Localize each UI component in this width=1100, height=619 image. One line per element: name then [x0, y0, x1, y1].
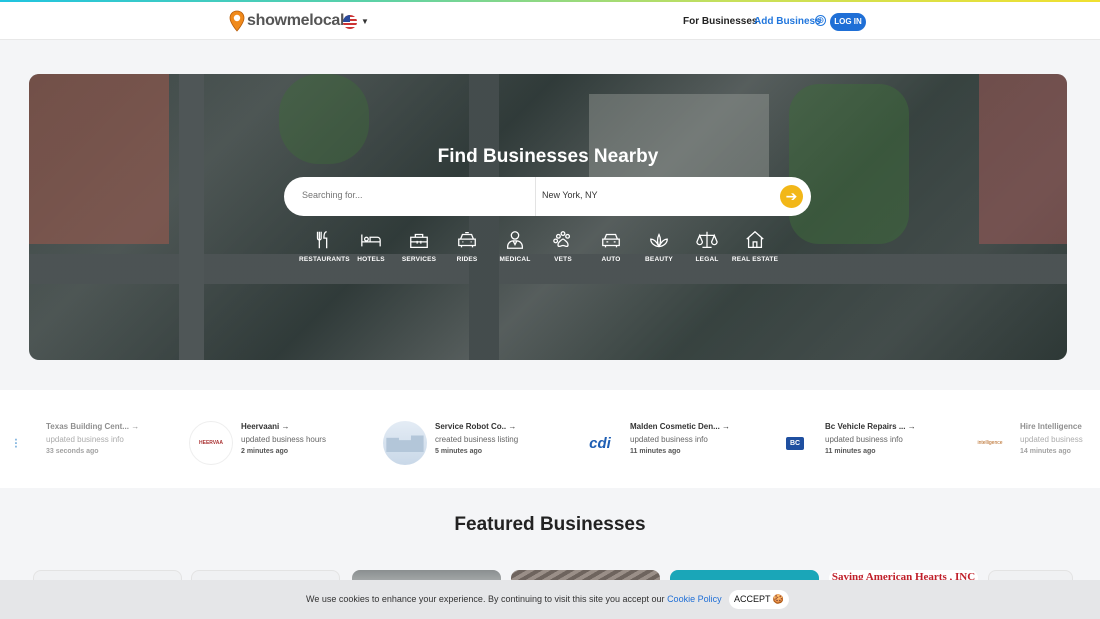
us-flag-icon[interactable] — [343, 15, 357, 29]
business-logo-text: intelligence — [977, 440, 1003, 446]
business-logo: HEERVAA — [189, 421, 233, 465]
plus-circle-icon[interactable]: ⊕ — [815, 15, 826, 26]
hero-banner: Find Businesses Nearby ➔ RESTAURANTS HOT… — [29, 74, 1067, 360]
category-label: BEAUTY — [645, 256, 673, 263]
house-icon — [746, 230, 764, 248]
cookie-message-text: We use cookies to enhance your experienc… — [306, 594, 665, 604]
fork-knife-icon — [316, 231, 328, 249]
category-label: SERVICES — [401, 256, 437, 263]
business-logo-text: BC — [785, 436, 805, 450]
featured-title: Featured Businesses — [454, 514, 646, 535]
activity-business-name: Hire Intelligence — [1020, 422, 1082, 431]
search-bar: ➔ — [284, 177, 811, 216]
activity-text: Hire Intelligence updated business 14 mi… — [1020, 422, 1100, 455]
activity-description: updated business info — [825, 435, 903, 444]
activity-time: 5 minutes ago — [435, 448, 483, 455]
category-label: VETS — [554, 256, 572, 263]
category-rides[interactable]: RIDES — [443, 229, 491, 263]
category-label: AUTO — [601, 256, 621, 263]
nav-add-business[interactable]: Add Business — [754, 16, 821, 27]
activity-description: created business listing — [435, 435, 519, 444]
activity-text: Malden Cosmetic Den... → updated busines… — [630, 422, 770, 455]
activity-business-name: Service Robot Co.. → — [435, 422, 517, 431]
toolbox-icon — [410, 233, 428, 248]
activity-description: updated business info — [630, 435, 708, 444]
business-logo-mark: ⁝ — [13, 434, 19, 451]
cookie-policy-link[interactable]: Cookie Policy — [667, 594, 722, 604]
activity-time: 2 minutes ago — [241, 448, 289, 455]
bed-icon — [361, 234, 381, 247]
activity-description: updated business info — [46, 435, 124, 444]
business-logo: ⁝ — [0, 421, 38, 465]
category-services[interactable]: SERVICES — [395, 229, 443, 263]
category-vets[interactable]: VETS — [539, 229, 587, 263]
business-logo: ▆▅▇ — [383, 421, 427, 465]
category-label: REAL ESTATE — [731, 256, 779, 263]
business-logo-text: HEERVAA — [199, 440, 223, 446]
doctor-icon — [507, 231, 523, 249]
cookie-message: We use cookies to enhance your experienc… — [306, 594, 722, 604]
activity-time: 11 minutes ago — [630, 448, 681, 455]
scales-icon — [696, 231, 718, 248]
lotus-icon — [650, 233, 668, 248]
category-label: MEDICAL — [499, 256, 531, 263]
search-input[interactable] — [302, 190, 532, 200]
cookie-banner: We use cookies to enhance your experienc… — [0, 580, 1100, 619]
recent-activity-strip: ⁝ Texas Building Cent... → updated busin… — [0, 390, 1100, 488]
category-real-estate[interactable]: REAL ESTATE — [731, 229, 779, 263]
category-medical[interactable]: MEDICAL — [491, 229, 539, 263]
category-restaurants[interactable]: RESTAURANTS — [299, 229, 350, 263]
arrow-right-icon[interactable]: ➔ — [780, 185, 803, 208]
car-icon — [602, 233, 620, 248]
accept-cookies-button[interactable]: ACCEPT 🍪 — [729, 590, 789, 609]
paw-icon — [553, 231, 571, 248]
city-skyline-icon: ▆▅▇ — [386, 435, 424, 452]
site-header: showmelocal ® ▼ For Businesses Add Busin… — [0, 2, 1100, 40]
activity-text: Service Robot Co.. → created business li… — [435, 422, 575, 455]
hero-title: Find Businesses Nearby — [437, 146, 659, 167]
activity-text: Bc Vehicle Repairs ... → updated busines… — [825, 422, 965, 455]
category-hotels[interactable]: HOTELS — [347, 229, 395, 263]
activity-business-name: Texas Building Cent... → — [46, 422, 140, 431]
nav-for-businesses[interactable]: For Businesses — [683, 16, 757, 27]
activity-business-name: Heervaani → — [241, 422, 290, 431]
activity-business-name: Malden Cosmetic Den... → — [630, 422, 731, 431]
logo[interactable]: showmelocal ® — [229, 10, 349, 32]
activity-business-name: Bc Vehicle Repairs ... → — [825, 422, 916, 431]
activity-time: 11 minutes ago — [825, 448, 876, 455]
activity-time: 14 minutes ago — [1020, 448, 1071, 455]
activity-description: updated business — [1020, 435, 1083, 444]
category-label: LEGAL — [695, 256, 719, 263]
category-label: RIDES — [456, 256, 478, 263]
logo-text: showmelocal — [247, 12, 345, 29]
search-divider — [535, 177, 536, 216]
activity-time: 33 seconds ago — [46, 448, 99, 455]
category-list: RESTAURANTS HOTELS SERVICES RIDES MEDICA… — [299, 229, 779, 263]
activity-text: Heervaani → updated business hours 2 min… — [241, 422, 381, 455]
category-label: RESTAURANTS — [299, 256, 350, 263]
business-logo: BC — [773, 421, 817, 465]
activity-description: updated business hours — [241, 435, 326, 444]
category-auto[interactable]: AUTO — [587, 229, 635, 263]
business-logo: intelligence — [968, 421, 1012, 465]
activity-text: Texas Building Cent... → updated busines… — [46, 422, 186, 455]
business-logo-text: cdi — [589, 434, 611, 452]
business-logo: cdi — [578, 421, 622, 465]
chevron-down-icon[interactable]: ▼ — [361, 17, 369, 26]
taxi-icon — [458, 232, 476, 248]
login-button[interactable]: LOG IN — [830, 13, 866, 31]
location-pin-icon — [229, 10, 245, 32]
category-beauty[interactable]: BEAUTY — [635, 229, 683, 263]
category-label: HOTELS — [357, 256, 385, 263]
location-input[interactable] — [542, 190, 742, 200]
category-legal[interactable]: LEGAL — [683, 229, 731, 263]
